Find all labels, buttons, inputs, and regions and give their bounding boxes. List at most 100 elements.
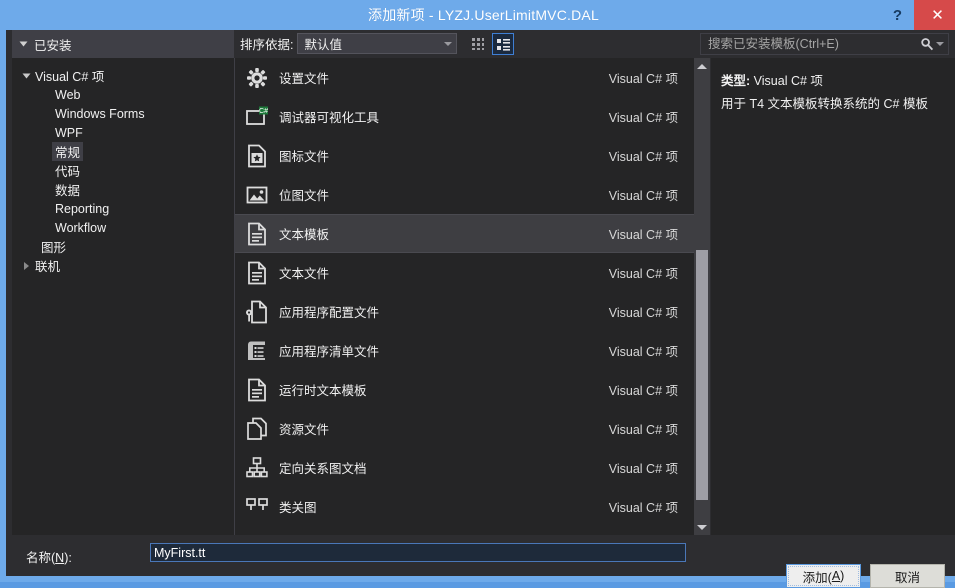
sidebar-item-label: WPF <box>55 125 83 140</box>
installed-header[interactable]: 已安装 <box>12 30 234 58</box>
detail-description: 用于 T4 文本模板转换系统的 C# 模板 <box>721 97 928 111</box>
template-type: Visual C# 项 <box>608 501 678 515</box>
sidebar-item-10[interactable]: 联机 <box>12 256 234 275</box>
sidebar-item-3[interactable]: WPF <box>12 123 234 142</box>
title-bar: 添加新项 - LYZJ.UserLimitMVC.DAL ? ✕ <box>6 0 955 30</box>
sidebar-item-4[interactable]: 常规 <box>12 142 234 161</box>
sidebar-item-label: 数据 <box>55 184 81 198</box>
sidebar-item-6[interactable]: 数据 <box>12 180 234 199</box>
template-list-root: 设置文件 Visual C# 项 C# 调试器可视化工具 Visual C# 项图标文件… <box>235 58 694 526</box>
sidebar-item-8[interactable]: Workflow <box>12 218 234 237</box>
sidebar-item-2[interactable]: Windows Forms <box>12 104 234 123</box>
template-list-item[interactable]: 定向关系图文档 Visual C# 项 <box>235 448 694 487</box>
sort-by-group: 排序依据: 默认值 <box>240 33 458 54</box>
scrollbar-thumb[interactable] <box>696 250 708 500</box>
template-name: 定向关系图文档 <box>279 462 367 476</box>
template-name: 文本模板 <box>279 228 330 242</box>
template-name: 调试器可视化工具 <box>279 111 380 125</box>
template-list-item[interactable]: 文本文件 Visual C# 项 <box>235 253 694 292</box>
template-name: 运行时文本模板 <box>279 384 367 398</box>
class-diagram-icon <box>246 497 268 510</box>
sidebar-item-5[interactable]: 代码 <box>12 161 234 180</box>
grid-view-button[interactable] <box>467 33 489 55</box>
toolbar: 已安装 排序依据: 默认值 <box>12 30 955 58</box>
detail-type-line: 类型: Visual C# 项 <box>721 70 945 93</box>
chevron-right-icon[interactable] <box>20 261 32 270</box>
search-box[interactable] <box>700 33 949 55</box>
list-scrollbar[interactable] <box>694 58 710 535</box>
bitmap-file-icon <box>246 186 268 203</box>
template-list-item[interactable]: 图标文件 Visual C# 项 <box>235 136 694 175</box>
sort-by-select[interactable]: 默认值 <box>297 33 458 54</box>
directed-graph-icon <box>246 456 268 477</box>
text-template-icon <box>235 221 279 247</box>
template-list-item[interactable]: 应用程序配置文件 Visual C# 项 <box>235 292 694 331</box>
chevron-up-icon <box>697 63 707 69</box>
template-list-item[interactable]: 类关图 Visual C# 项 <box>235 487 694 526</box>
sidebar-item-9[interactable]: 图形 <box>12 237 234 256</box>
template-name: 设置文件 <box>279 72 330 86</box>
gear-icon <box>247 67 267 88</box>
template-name: 类关图 <box>279 501 317 515</box>
chevron-down-icon <box>444 41 453 46</box>
svg-text:C#: C# <box>259 108 268 115</box>
sidebar-item-label: 图形 <box>41 241 67 255</box>
template-list-item[interactable]: 文本模板 Visual C# 项 <box>235 214 694 253</box>
template-list-item[interactable]: 位图文件 Visual C# 项 <box>235 175 694 214</box>
name-label-prefix: 名称( <box>26 551 56 565</box>
sidebar-item-0[interactable]: Visual C# 项 <box>12 66 234 85</box>
class-diagram-icon <box>235 494 279 520</box>
template-list-item[interactable]: 应用程序清单文件 Visual C# 项 <box>235 331 694 370</box>
app-manifest-icon <box>248 341 265 360</box>
add-button-suffix: ) <box>840 569 845 583</box>
template-list-item[interactable]: 运行时文本模板 Visual C# 项 <box>235 370 694 409</box>
template-type: Visual C# 项 <box>608 462 678 476</box>
list-view-button[interactable] <box>492 33 514 55</box>
search-icon-group[interactable] <box>916 37 948 51</box>
name-input[interactable] <box>150 543 686 562</box>
template-list-item[interactable]: C# 调试器可视化工具 Visual C# 项 <box>235 97 694 136</box>
window-title: 添加新项 - LYZJ.UserLimitMVC.DAL <box>368 7 599 23</box>
sidebar-item-label: 联机 <box>35 260 61 274</box>
template-type: Visual C# 项 <box>608 189 678 203</box>
tree-root: Visual C# 项 Web Windows Forms WPF 常规代码数据 Repo… <box>12 58 234 275</box>
scroll-up-button[interactable] <box>694 58 710 74</box>
template-name: 图标文件 <box>279 150 330 164</box>
close-button[interactable]: ✕ <box>914 0 955 30</box>
sidebar-item-label: Reporting <box>55 201 110 216</box>
sort-by-label: 排序依据: <box>240 38 294 52</box>
scroll-down-button[interactable] <box>694 519 710 535</box>
template-name: 应用程序清单文件 <box>279 345 380 359</box>
directed-graph-icon <box>235 455 279 481</box>
search-input[interactable] <box>701 36 916 52</box>
sidebar-item-label: 常规 <box>52 142 84 161</box>
cancel-button[interactable]: 取消 <box>870 564 945 588</box>
template-name: 应用程序配置文件 <box>279 306 380 320</box>
template-list-item[interactable]: 设置文件 Visual C# 项 <box>235 58 694 97</box>
debugger-visualizer-icon: C# <box>235 104 279 130</box>
text-template-icon <box>248 222 266 245</box>
help-button[interactable]: ? <box>881 0 914 30</box>
sidebar-item-1[interactable]: Web <box>12 85 234 104</box>
icon-file-icon <box>235 143 279 169</box>
sidebar-item-7[interactable]: Reporting <box>12 199 234 218</box>
sidebar-item-label: 代码 <box>55 165 81 179</box>
app-manifest-icon <box>235 338 279 364</box>
name-label-key: N <box>55 551 65 565</box>
resource-file-icon <box>247 417 267 440</box>
list-view-icon <box>496 38 510 51</box>
app-config-icon <box>246 300 267 323</box>
gear-icon <box>235 65 279 91</box>
template-type: Visual C# 项 <box>608 384 678 398</box>
template-name: 位图文件 <box>279 189 330 203</box>
bitmap-file-icon <box>235 182 279 208</box>
template-type: Visual C# 项 <box>608 72 678 86</box>
template-list[interactable]: 设置文件 Visual C# 项 C# 调试器可视化工具 Visual C# 项图标文件… <box>235 58 694 535</box>
add-button[interactable]: 添加(A) <box>786 564 861 588</box>
template-list-item[interactable]: 资源文件 Visual C# 项 <box>235 409 694 448</box>
chevron-down-icon[interactable] <box>20 72 32 80</box>
name-label-suffix: ): <box>64 551 72 565</box>
template-type: Visual C# 项 <box>608 306 678 320</box>
dialog-body: 已安装 排序依据: 默认值 搜索已安装模板(Ctrl+E) Visual C# … <box>12 30 955 588</box>
icon-file-icon <box>248 144 266 167</box>
